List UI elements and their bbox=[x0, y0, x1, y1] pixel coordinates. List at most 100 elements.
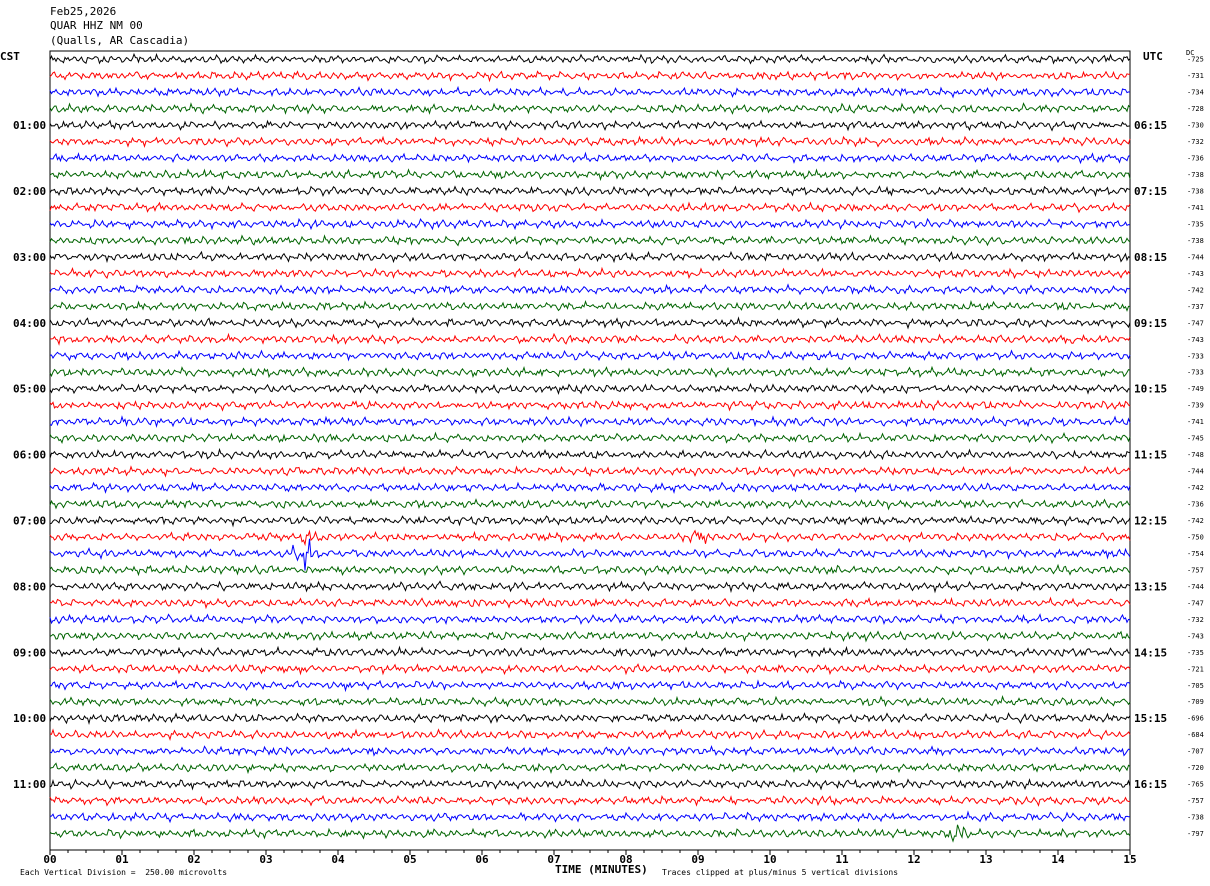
dc-offset-label: -730 bbox=[1187, 122, 1204, 130]
trace-line bbox=[49, 679, 1131, 693]
dc-offset-label: -735 bbox=[1187, 649, 1204, 657]
x-tick-label: 12 bbox=[907, 853, 920, 866]
trace-line bbox=[49, 332, 1131, 346]
dc-offset-label: -735 bbox=[1187, 221, 1204, 229]
trace-line bbox=[49, 266, 1131, 280]
trace-line bbox=[49, 663, 1131, 676]
scale-note: Each Vertical Division = 250.00 microvol… bbox=[20, 868, 228, 877]
trace-line bbox=[49, 613, 1131, 626]
dc-offset-label: -696 bbox=[1187, 715, 1204, 723]
dc-offset-label: -743 bbox=[1187, 336, 1204, 344]
dc-offset-label: -737 bbox=[1187, 303, 1204, 311]
cst-hour-label: 11:00 bbox=[13, 778, 46, 791]
dc-offset-label: -743 bbox=[1187, 632, 1204, 640]
dc-offset-label: -797 bbox=[1187, 830, 1204, 838]
x-tick-label: 13 bbox=[979, 853, 992, 866]
cst-hour-label: 04:00 bbox=[13, 317, 46, 330]
dc-offset-label: -739 bbox=[1187, 402, 1204, 410]
dc-offset-label: -707 bbox=[1187, 748, 1204, 756]
trace-line bbox=[49, 778, 1131, 791]
x-tick-label: 04 bbox=[331, 853, 345, 866]
dc-offset-label: -720 bbox=[1187, 764, 1204, 772]
utc-hour-label: 08:15 bbox=[1134, 251, 1167, 264]
dc-offset-label: -742 bbox=[1187, 517, 1204, 525]
dc-offset-label: -744 bbox=[1187, 468, 1204, 476]
cst-hour-label: 10:00 bbox=[13, 712, 46, 725]
x-tick-label: 02 bbox=[187, 853, 200, 866]
trace-line bbox=[49, 234, 1131, 247]
utc-hour-label: 09:15 bbox=[1134, 317, 1167, 330]
trace-line bbox=[49, 70, 1130, 83]
utc-hour-label: 06:15 bbox=[1134, 119, 1167, 132]
trace-line bbox=[49, 712, 1131, 725]
trace-line bbox=[49, 102, 1131, 115]
dc-offset-label: -749 bbox=[1187, 385, 1204, 393]
dc-offset-label: -750 bbox=[1187, 534, 1204, 542]
dc-offset-label: -734 bbox=[1187, 89, 1204, 97]
trace-line bbox=[49, 824, 1131, 843]
dc-offset-label: -684 bbox=[1187, 731, 1204, 739]
trace-line bbox=[49, 52, 1131, 65]
dc-offset-label: -732 bbox=[1187, 138, 1204, 146]
trace-line bbox=[49, 728, 1131, 741]
trace-line bbox=[49, 538, 1131, 571]
utc-hour-label: 13:15 bbox=[1134, 580, 1167, 593]
x-tick-label: 15 bbox=[1123, 853, 1136, 866]
utc-hour-label: 12:15 bbox=[1134, 515, 1167, 528]
cst-hour-label: 07:00 bbox=[13, 515, 46, 528]
cst-hour-label: 01:00 bbox=[13, 119, 46, 132]
dc-offset-label: -745 bbox=[1187, 435, 1204, 443]
trace-line bbox=[49, 596, 1131, 610]
dc-offset-label: -736 bbox=[1187, 501, 1204, 509]
trace-line bbox=[49, 695, 1131, 708]
utc-hour-label: 15:15 bbox=[1134, 712, 1167, 725]
trace-line bbox=[49, 119, 1131, 132]
cst-hour-label: 06:00 bbox=[13, 449, 46, 462]
x-tick-label: 14 bbox=[1051, 853, 1065, 866]
trace-line bbox=[49, 299, 1130, 312]
trace-line bbox=[49, 447, 1131, 461]
dc-offset-label: -709 bbox=[1187, 698, 1204, 706]
dc-offset-label: -744 bbox=[1187, 253, 1204, 261]
dc-offset-label: -733 bbox=[1187, 352, 1204, 360]
x-tick-label: 05 bbox=[403, 853, 416, 866]
trace-line bbox=[49, 529, 1131, 547]
cst-hour-label: 02:00 bbox=[13, 185, 46, 198]
trace-line bbox=[49, 151, 1131, 165]
cst-hour-label: 08:00 bbox=[13, 580, 46, 593]
dc-offset-label: -721 bbox=[1187, 665, 1204, 673]
trace-line bbox=[49, 365, 1131, 379]
cst-hour-label: 09:00 bbox=[13, 646, 46, 659]
dc-offset-label: -705 bbox=[1187, 682, 1204, 690]
dc-offset-label: -741 bbox=[1187, 204, 1204, 212]
trace-line bbox=[49, 481, 1131, 494]
dc-offset-label: -757 bbox=[1187, 566, 1204, 574]
x-tick-label: 10 bbox=[763, 853, 776, 866]
trace-line bbox=[49, 498, 1131, 511]
utc-hour-label: 14:15 bbox=[1134, 646, 1167, 659]
dc-offset-label: -728 bbox=[1187, 105, 1204, 113]
trace-line bbox=[49, 316, 1131, 330]
utc-hour-label: 10:15 bbox=[1134, 383, 1167, 396]
x-tick-label: 06 bbox=[475, 853, 489, 866]
trace-line bbox=[49, 745, 1131, 757]
dc-offset-label: -747 bbox=[1187, 319, 1204, 327]
dc-offset-label: -741 bbox=[1187, 418, 1204, 426]
trace-line bbox=[49, 399, 1131, 412]
dc-offset-label: -742 bbox=[1187, 286, 1204, 294]
utc-hour-label: 16:15 bbox=[1134, 778, 1167, 791]
clip-note: Traces clipped at plus/minus 5 vertical … bbox=[662, 868, 899, 877]
trace-line bbox=[49, 563, 1131, 577]
dc-offset-label: -733 bbox=[1187, 369, 1204, 377]
trace-line bbox=[49, 85, 1131, 99]
trace-line bbox=[49, 201, 1131, 214]
trace-line bbox=[49, 514, 1131, 528]
trace-line bbox=[49, 250, 1131, 264]
dc-offset-label: -754 bbox=[1187, 550, 1204, 558]
trace-line bbox=[49, 645, 1131, 659]
utc-hour-label: 11:15 bbox=[1134, 449, 1167, 462]
x-tick-label: 01 bbox=[115, 853, 129, 866]
dc-offset-label: -732 bbox=[1187, 616, 1204, 624]
trace-line bbox=[49, 217, 1131, 231]
x-tick-label: 03 bbox=[259, 853, 272, 866]
